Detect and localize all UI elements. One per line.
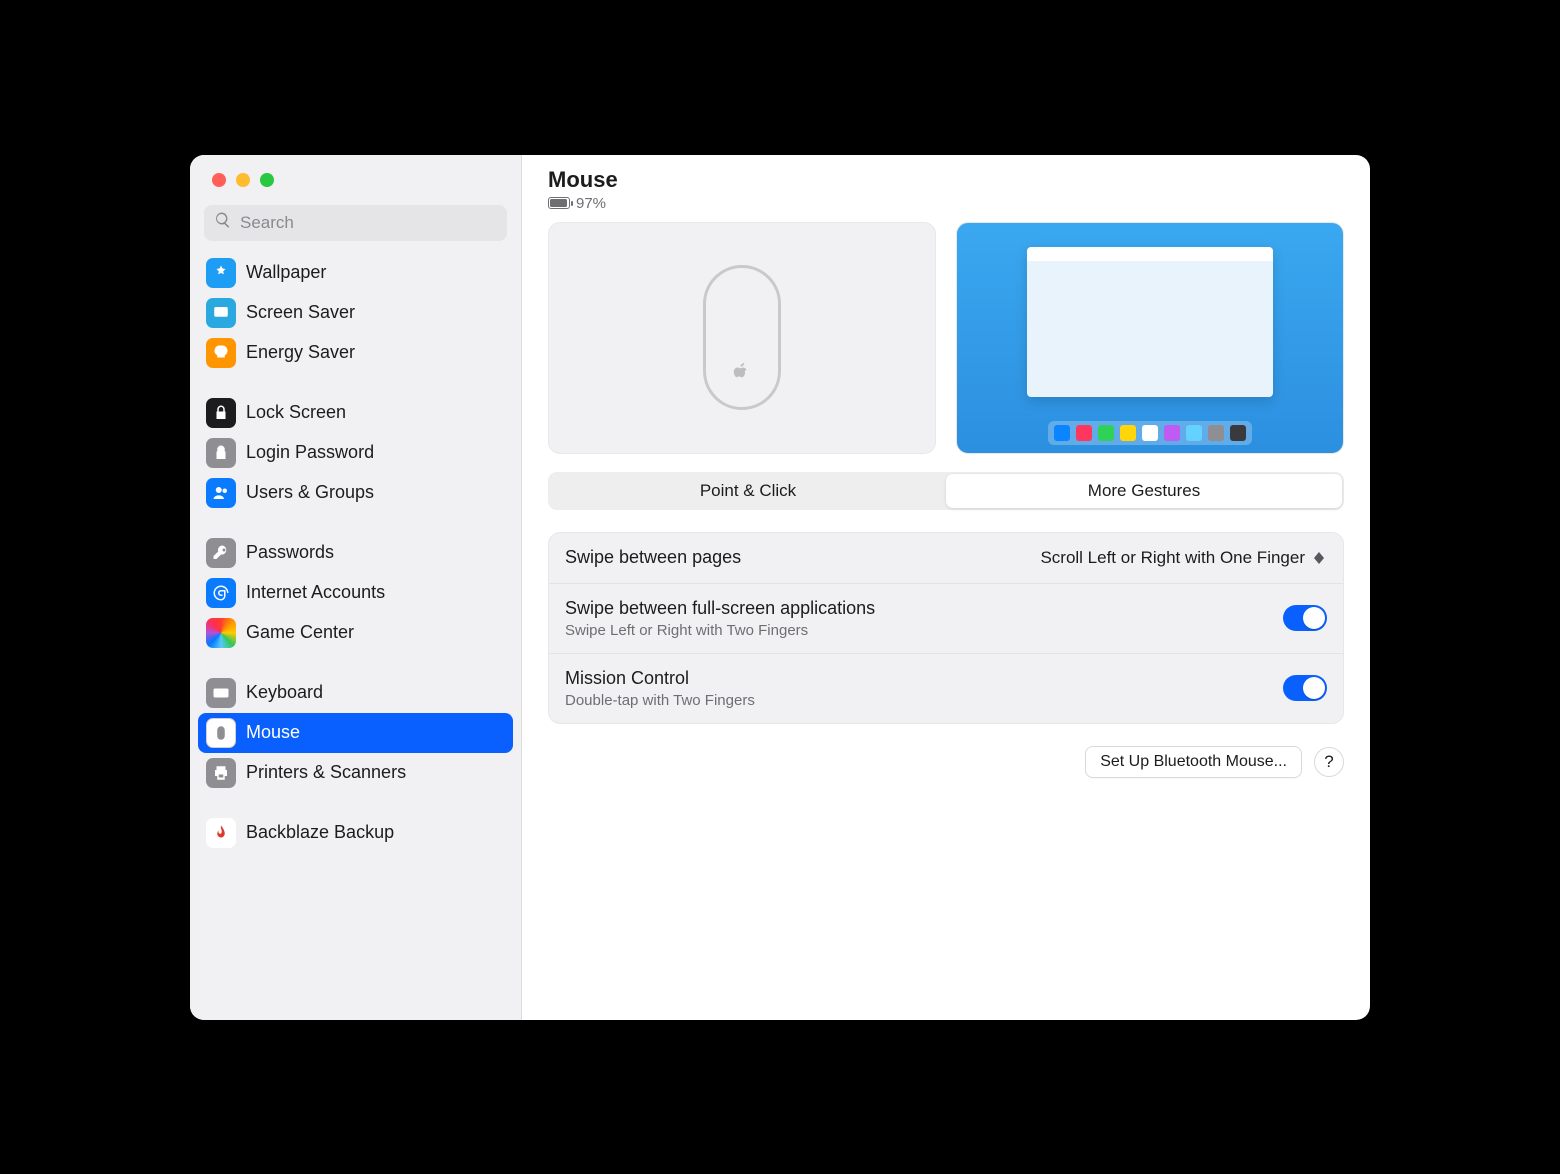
sidebar-label: Login Password — [246, 442, 374, 463]
mouse-illustration — [703, 265, 781, 410]
tab-more-gestures[interactable]: More Gestures — [946, 474, 1342, 508]
sidebar-item-game-center[interactable]: Game Center — [198, 613, 513, 653]
sidebar-label: Mouse — [246, 722, 300, 743]
wallpaper-icon — [206, 258, 236, 288]
sidebar-label: Screen Saver — [246, 302, 355, 323]
sidebar-item-screen-saver[interactable]: Screen Saver — [198, 293, 513, 333]
sidebar-label: Lock Screen — [246, 402, 346, 423]
row-subtitle: Double-tap with Two Fingers — [565, 692, 1271, 709]
keyboard-icon — [206, 678, 236, 708]
users-groups-icon — [206, 478, 236, 508]
footer-actions: Set Up Bluetooth Mouse... ? — [548, 746, 1344, 778]
sidebar-item-wallpaper[interactable]: Wallpaper — [198, 253, 513, 293]
sidebar-label: Keyboard — [246, 682, 323, 703]
mission-control-toggle[interactable] — [1283, 675, 1327, 701]
sidebar-item-lock-screen[interactable]: Lock Screen — [198, 393, 513, 433]
row-title: Mission Control — [565, 668, 1271, 689]
help-button[interactable]: ? — [1314, 747, 1344, 777]
sidebar-item-keyboard[interactable]: Keyboard — [198, 673, 513, 713]
sidebar-label: Internet Accounts — [246, 582, 385, 603]
sidebar-item-passwords[interactable]: Passwords — [198, 533, 513, 573]
sidebar-label: Wallpaper — [246, 262, 326, 283]
mouse-icon — [206, 718, 236, 748]
internet-accounts-icon — [206, 578, 236, 608]
gesture-preview — [956, 222, 1344, 454]
select-value: Scroll Left or Right with One Finger — [1040, 548, 1305, 568]
energy-saver-icon — [206, 338, 236, 368]
row-title: Swipe between pages — [565, 547, 1028, 568]
system-settings-window: Wallpaper Screen Saver Energy Saver Lock… — [190, 155, 1370, 1020]
window-controls — [190, 169, 521, 205]
sidebar-label: Printers & Scanners — [246, 762, 406, 783]
preview-window — [1027, 247, 1273, 397]
apple-logo-icon — [733, 363, 751, 381]
setup-bluetooth-mouse-button[interactable]: Set Up Bluetooth Mouse... — [1085, 746, 1302, 778]
sidebar-item-printers-scanners[interactable]: Printers & Scanners — [198, 753, 513, 793]
sidebar-item-login-password[interactable]: Login Password — [198, 433, 513, 473]
gesture-settings-list: Swipe between pages Scroll Left or Right… — [548, 532, 1344, 724]
sidebar: Wallpaper Screen Saver Energy Saver Lock… — [190, 155, 522, 1020]
row-subtitle: Swipe Left or Right with Two Fingers — [565, 622, 1271, 639]
sidebar-label: Users & Groups — [246, 482, 374, 503]
row-mission-control: Mission Control Double-tap with Two Fing… — [549, 653, 1343, 723]
battery-status: 97% — [548, 195, 1344, 212]
mouse-preview — [548, 222, 936, 454]
swipe-apps-toggle[interactable] — [1283, 605, 1327, 631]
minimize-window-button[interactable] — [236, 173, 250, 187]
sidebar-label: Energy Saver — [246, 342, 355, 363]
swipe-pages-select[interactable]: Scroll Left or Right with One Finger — [1040, 547, 1327, 569]
zoom-window-button[interactable] — [260, 173, 274, 187]
sidebar-label: Backblaze Backup — [246, 822, 394, 843]
sidebar-label: Passwords — [246, 542, 334, 563]
game-center-icon — [206, 618, 236, 648]
login-password-icon — [206, 438, 236, 468]
sidebar-item-backblaze[interactable]: Backblaze Backup — [198, 813, 513, 853]
tab-segmented-control: Point & Click More Gestures — [548, 472, 1344, 510]
content-pane: Mouse 97% Point & Click More Gestures — [522, 155, 1370, 1020]
row-title: Swipe between full-screen applications — [565, 598, 1271, 619]
printers-icon — [206, 758, 236, 788]
search-field[interactable] — [204, 205, 507, 241]
tab-point-click[interactable]: Point & Click — [550, 474, 946, 508]
battery-percent: 97% — [576, 195, 606, 212]
sidebar-nav: Wallpaper Screen Saver Energy Saver Lock… — [190, 249, 521, 863]
sidebar-item-users-groups[interactable]: Users & Groups — [198, 473, 513, 513]
sidebar-label: Game Center — [246, 622, 354, 643]
screen-saver-icon — [206, 298, 236, 328]
preview-dock — [1048, 421, 1252, 445]
row-swipe-apps: Swipe between full-screen applications S… — [549, 583, 1343, 653]
lock-screen-icon — [206, 398, 236, 428]
search-input[interactable] — [240, 213, 497, 233]
search-icon — [214, 211, 232, 234]
sidebar-item-internet-accounts[interactable]: Internet Accounts — [198, 573, 513, 613]
battery-icon — [548, 197, 570, 209]
chevron-updown-icon — [1311, 547, 1327, 569]
page-title: Mouse — [548, 167, 1344, 193]
sidebar-item-energy-saver[interactable]: Energy Saver — [198, 333, 513, 373]
passwords-icon — [206, 538, 236, 568]
row-swipe-pages: Swipe between pages Scroll Left or Right… — [549, 533, 1343, 583]
close-window-button[interactable] — [212, 173, 226, 187]
sidebar-item-mouse[interactable]: Mouse — [198, 713, 513, 753]
content-header: Mouse 97% — [548, 167, 1344, 212]
backblaze-icon — [206, 818, 236, 848]
